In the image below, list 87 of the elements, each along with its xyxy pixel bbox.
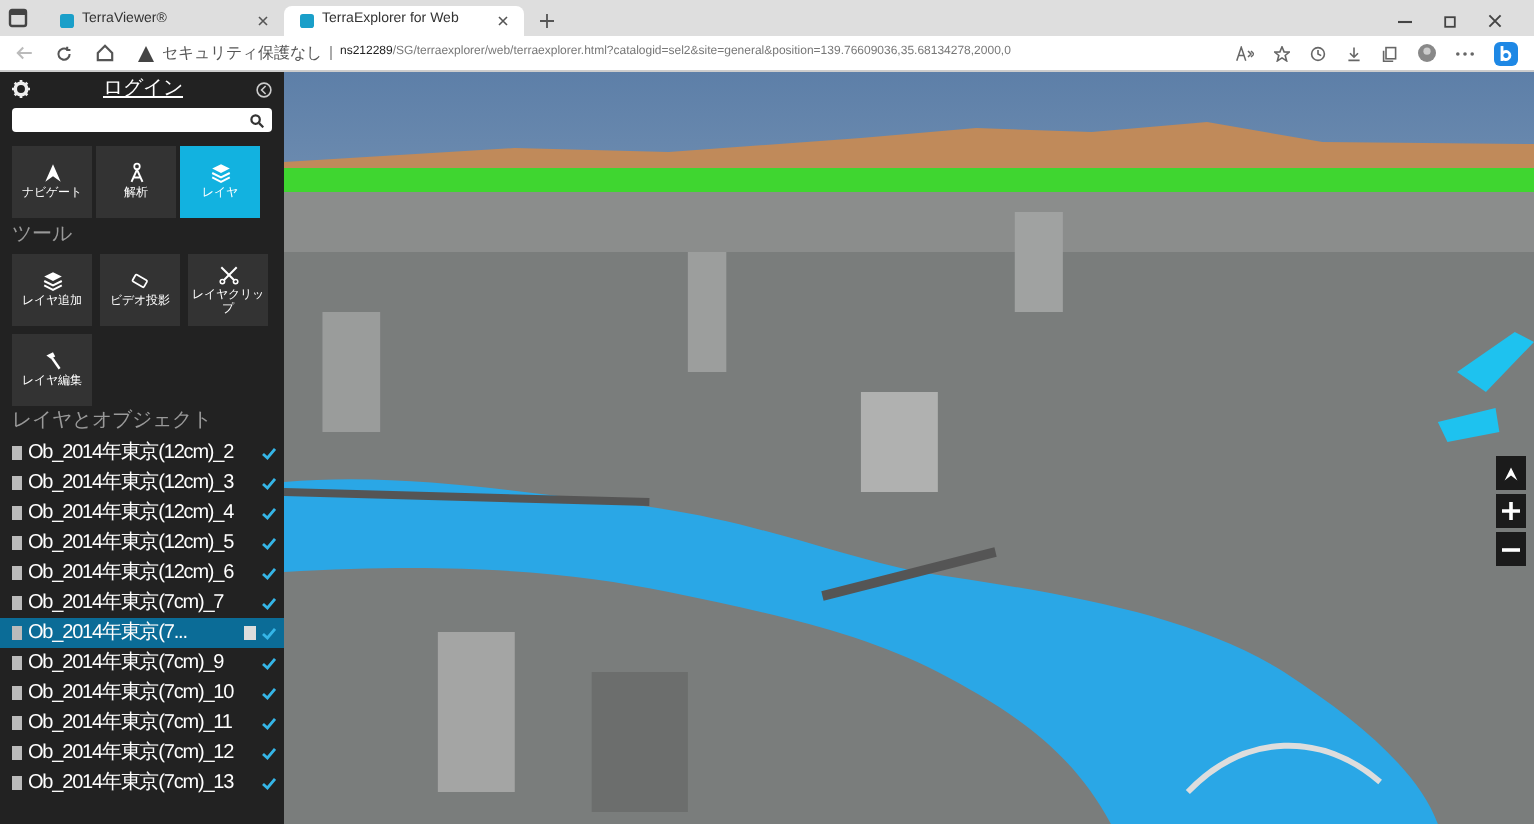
security-warning[interactable]: セキュリティ保護なし xyxy=(162,41,322,65)
close-tab-icon[interactable] xyxy=(258,16,268,26)
tab-actions-icon[interactable] xyxy=(8,8,28,28)
document-icon xyxy=(12,536,22,550)
document-icon xyxy=(12,446,22,460)
layer-item[interactable]: Ob_2014年東京(12cm)_6 xyxy=(0,558,284,588)
settings-icon[interactable] xyxy=(12,80,30,98)
section-heading: レイヤとオブジェクト xyxy=(12,412,214,432)
layer-item[interactable]: Ob_2014年東京(12cm)_2 xyxy=(0,438,284,468)
checkmark-icon[interactable] xyxy=(262,657,276,669)
checkmark-icon[interactable] xyxy=(262,537,276,549)
document-icon xyxy=(12,686,22,700)
checkmark-icon[interactable] xyxy=(262,747,276,759)
layer-item[interactable]: Ob_2014年東京(7cm)_13 xyxy=(0,768,284,798)
history-icon[interactable] xyxy=(1310,45,1326,61)
section-heading: ツール xyxy=(12,226,74,246)
document-icon xyxy=(12,566,22,580)
layer-name: Ob_2014年東京(12cm)_6 xyxy=(28,563,236,583)
layer-item[interactable]: Ob_2014年東京(7cm)_12 xyxy=(0,738,284,768)
document-icon xyxy=(12,656,22,670)
layer-name: Ob_2014年東京(7cm)_12 xyxy=(28,743,236,763)
document-icon xyxy=(12,476,22,490)
navigation-arrow-icon xyxy=(41,162,63,185)
checkmark-icon[interactable] xyxy=(262,627,276,639)
document-icon xyxy=(12,746,22,760)
document-icon xyxy=(12,626,22,640)
checkmark-icon[interactable] xyxy=(262,777,276,789)
layer-item[interactable]: Ob_2014年東京(7cm)_9 xyxy=(0,648,284,678)
checkmark-icon[interactable] xyxy=(262,597,276,609)
layer-name: Ob_2014年東京(12cm)_4 xyxy=(28,503,236,523)
collections-icon[interactable] xyxy=(1382,45,1398,61)
checkmark-icon[interactable] xyxy=(262,717,276,729)
checkmark-icon[interactable] xyxy=(262,567,276,579)
collapse-icon[interactable] xyxy=(256,81,272,97)
zoom-in-button[interactable] xyxy=(1496,494,1526,528)
layer-name: Ob_2014年東京(7cm)_10 xyxy=(28,683,236,703)
layer-item[interactable]: Ob_2014年東京(12cm)_5 xyxy=(0,528,284,558)
layer-item[interactable]: Ob_2014年東京(7cm)_10 xyxy=(0,678,284,708)
layer-name: Ob_2014年東京(7cm)_7 xyxy=(28,593,226,613)
layer-name: Ob_2014年東京(7cm)_9 xyxy=(28,653,226,673)
search-field[interactable] xyxy=(12,108,272,132)
checkmark-icon[interactable] xyxy=(262,447,276,459)
compass-arrow-icon xyxy=(1502,465,1520,481)
checkmark-icon[interactable] xyxy=(262,477,276,489)
read-aloud-icon[interactable] xyxy=(1236,45,1254,61)
zoom-out-button[interactable] xyxy=(1496,532,1526,566)
document-icon xyxy=(12,776,22,790)
login-link[interactable]: ログイン xyxy=(103,79,183,99)
hammer-icon xyxy=(41,350,63,373)
download-icon[interactable] xyxy=(1346,45,1362,61)
avatar-icon[interactable] xyxy=(1418,44,1436,62)
layers-icon xyxy=(41,270,63,293)
layer-name: Ob_2014年東京(12cm)_5 xyxy=(28,533,236,553)
layer-item[interactable]: Ob_2014年東京(7cm)_7 xyxy=(0,588,284,618)
layer-name: Ob_2014年東京(7... xyxy=(28,623,189,643)
reload-icon[interactable] xyxy=(56,45,72,61)
scissors-icon xyxy=(217,263,239,286)
layer-item[interactable]: Ob_2014年東京(7cm)_11 xyxy=(0,708,284,738)
close-tab-icon[interactable] xyxy=(498,16,508,26)
new-tab-icon[interactable] xyxy=(540,14,554,28)
document-icon xyxy=(12,716,22,730)
document-icon xyxy=(12,506,22,520)
compass-button[interactable] xyxy=(1496,456,1526,490)
document-icon xyxy=(12,596,22,610)
checkmark-icon[interactable] xyxy=(262,507,276,519)
restore-icon[interactable] xyxy=(1444,15,1456,27)
layer-name: Ob_2014年東京(7cm)_13 xyxy=(28,773,236,793)
star-icon[interactable] xyxy=(1274,45,1290,61)
site-icon xyxy=(60,14,74,28)
site-icon xyxy=(300,14,314,28)
layer-item[interactable]: Ob_2014年東京(12cm)_3 xyxy=(0,468,284,498)
warning-icon xyxy=(138,45,154,61)
minus-icon xyxy=(1502,547,1520,551)
checkmark-icon[interactable] xyxy=(262,687,276,699)
close-icon[interactable] xyxy=(1488,14,1502,28)
sidebar-logo-icon[interactable] xyxy=(1494,41,1518,65)
search-icon[interactable] xyxy=(250,113,264,127)
layer-item[interactable]: Ob_2014年東京(12cm)_4 xyxy=(0,498,284,528)
minimize-icon[interactable] xyxy=(1398,19,1412,23)
layer-name: Ob_2014年東京(12cm)_2 xyxy=(28,443,236,463)
plus-icon xyxy=(1502,502,1520,520)
layer-name: Ob_2014年東京(12cm)_3 xyxy=(28,473,236,493)
home-icon[interactable] xyxy=(96,44,114,62)
layer-name: Ob_2014年東京(7cm)_11 xyxy=(28,713,234,733)
layers-icon xyxy=(209,162,231,185)
compass-tool-icon xyxy=(125,162,147,185)
layer-item[interactable]: Ob_2014年東京(7... xyxy=(0,618,284,648)
